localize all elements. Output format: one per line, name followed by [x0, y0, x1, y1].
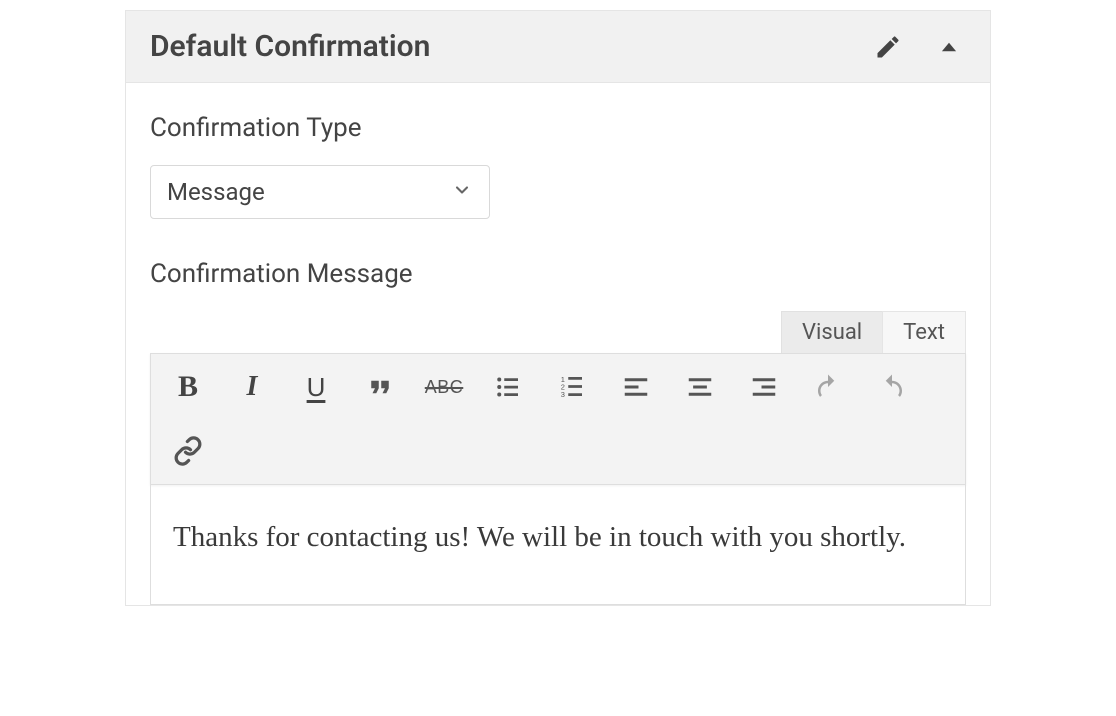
panel-title: Default Confirmation	[150, 29, 430, 64]
link-icon	[173, 436, 203, 466]
undo-button[interactable]	[809, 368, 847, 406]
align-center-button[interactable]	[681, 368, 719, 406]
tab-visual[interactable]: Visual	[781, 311, 883, 353]
editor-tabs: Visual Text	[150, 311, 966, 353]
select-value: Message	[167, 178, 265, 206]
link-button[interactable]	[169, 432, 207, 470]
bulleted-list-button[interactable]	[489, 368, 527, 406]
align-right-button[interactable]	[745, 368, 783, 406]
confirmation-type-select[interactable]: Message	[150, 165, 490, 219]
redo-button[interactable]	[873, 368, 911, 406]
message-editor: Visual Text B I U	[150, 311, 966, 605]
undo-icon	[813, 372, 843, 402]
pencil-icon	[874, 33, 902, 61]
align-right-icon	[749, 372, 779, 402]
editor-toolbar: B I U ABC	[150, 353, 966, 485]
italic-button[interactable]: I	[233, 368, 271, 406]
confirmation-message-label: Confirmation Message	[150, 259, 966, 289]
strikethrough-button[interactable]: ABC	[425, 368, 463, 406]
panel-header: Default Confirmation	[126, 11, 990, 83]
redo-icon	[877, 372, 907, 402]
chevron-up-icon	[932, 30, 966, 64]
editor-text: Thanks for contacting us! We will be in …	[173, 521, 906, 553]
italic-icon: I	[247, 371, 258, 403]
align-left-icon	[621, 372, 651, 402]
panel-body: Confirmation Type Message Confirmation M…	[126, 83, 990, 605]
editor-content[interactable]: Thanks for contacting us! We will be in …	[150, 485, 966, 605]
tab-text[interactable]: Text	[882, 311, 966, 353]
underline-button[interactable]: U	[297, 368, 335, 406]
blockquote-button[interactable]	[361, 368, 399, 406]
bold-icon: B	[178, 370, 198, 404]
edit-button[interactable]	[874, 33, 902, 61]
align-center-icon	[685, 372, 715, 402]
underline-icon: U	[307, 372, 326, 403]
strikethrough-icon: ABC	[425, 377, 464, 398]
collapse-button[interactable]	[932, 30, 966, 64]
blockquote-icon	[365, 372, 395, 402]
numbered-list-icon: 1 2 3	[557, 372, 587, 402]
confirmation-panel: Default Confirmation Confirmation Type	[125, 10, 991, 606]
svg-text:3: 3	[561, 390, 565, 399]
bold-button[interactable]: B	[169, 368, 207, 406]
confirmation-type-label: Confirmation Type	[150, 113, 966, 143]
bulleted-list-icon	[493, 372, 523, 402]
numbered-list-button[interactable]: 1 2 3	[553, 368, 591, 406]
confirmation-type-select-wrapper: Message	[150, 165, 490, 219]
align-left-button[interactable]	[617, 368, 655, 406]
panel-actions	[874, 30, 966, 64]
